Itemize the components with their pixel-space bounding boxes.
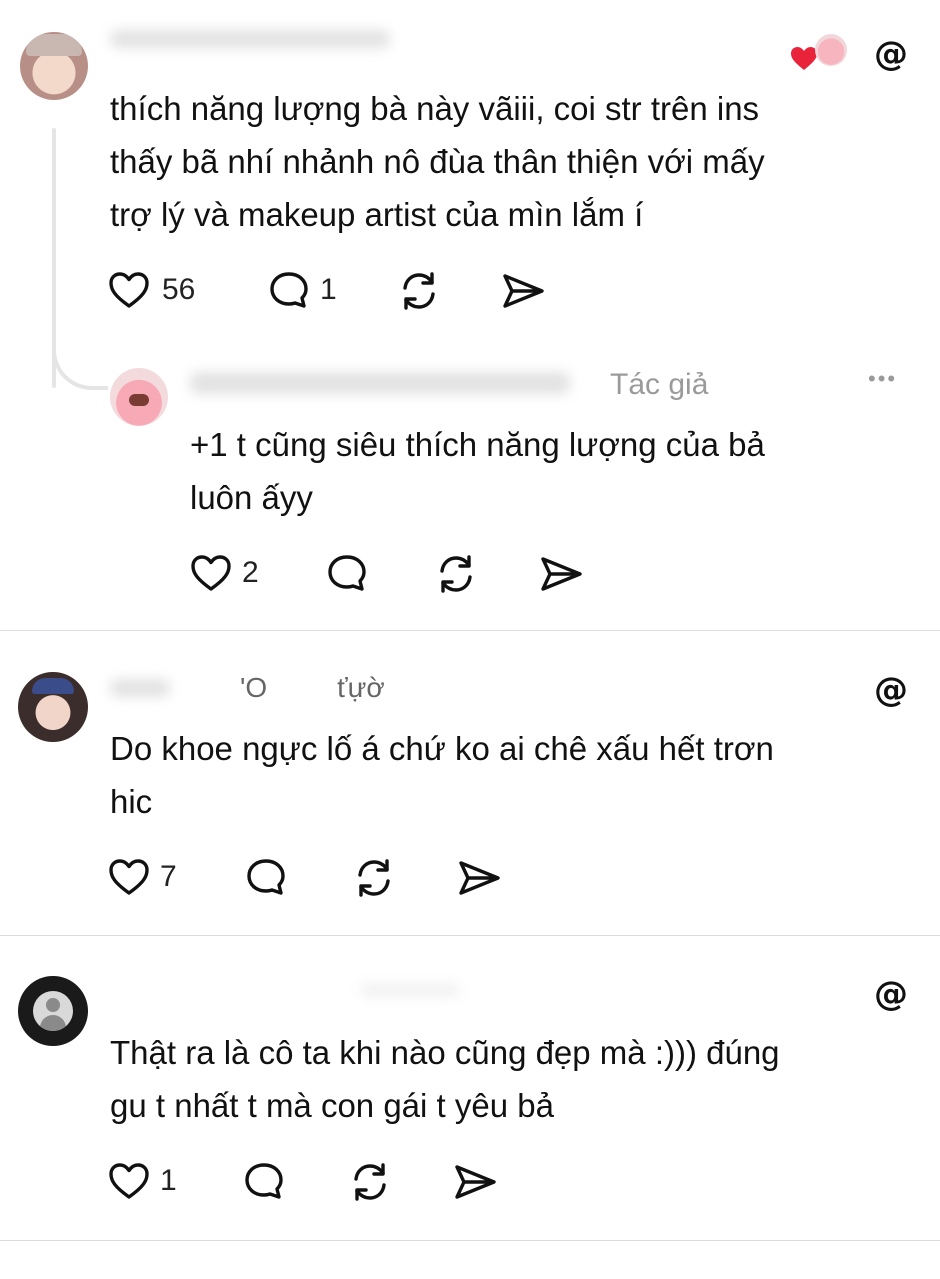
like-count: 1 bbox=[160, 1164, 177, 1197]
divider bbox=[0, 935, 940, 936]
comment-icon bbox=[243, 1161, 285, 1201]
repost-icon bbox=[397, 270, 441, 312]
avatar[interactable] bbox=[20, 32, 88, 100]
send-icon bbox=[456, 859, 502, 897]
reply-count: 1 bbox=[320, 273, 337, 306]
share-button[interactable] bbox=[538, 555, 584, 593]
like-button[interactable]: 7 bbox=[108, 858, 177, 896]
repost-icon bbox=[434, 553, 478, 595]
share-button[interactable] bbox=[452, 1163, 498, 1201]
reply-button[interactable] bbox=[245, 857, 287, 897]
like-button[interactable]: 56 bbox=[108, 271, 195, 309]
username-redacted[interactable] bbox=[360, 984, 460, 996]
username-fragment: 'O bbox=[240, 672, 268, 703]
reply-button[interactable] bbox=[326, 553, 368, 593]
threads-logo-icon[interactable]: @ bbox=[872, 974, 910, 1012]
share-button[interactable] bbox=[500, 272, 546, 310]
reply-button[interactable] bbox=[243, 1161, 285, 1201]
share-button[interactable] bbox=[456, 859, 502, 897]
repost-icon bbox=[348, 1161, 392, 1203]
author-badge: Tác giả bbox=[610, 368, 709, 401]
repost-button[interactable] bbox=[348, 1161, 392, 1203]
threads-logo-icon[interactable]: @ bbox=[872, 670, 910, 708]
avatar[interactable] bbox=[18, 672, 88, 742]
repost-button[interactable] bbox=[352, 857, 396, 899]
like-count: 7 bbox=[160, 860, 177, 893]
like-count: 2 bbox=[242, 556, 259, 589]
like-button[interactable]: 1 bbox=[108, 1162, 177, 1200]
reply-button[interactable]: 1 bbox=[268, 270, 337, 310]
divider bbox=[0, 1240, 940, 1241]
repost-icon bbox=[352, 857, 396, 899]
reaction-avatar bbox=[815, 34, 847, 66]
like-count: 56 bbox=[162, 273, 196, 306]
username-fragment: ťựờ bbox=[337, 672, 385, 703]
svg-text:@: @ bbox=[874, 974, 908, 1012]
username[interactable]: 'O ťựờ bbox=[110, 672, 385, 704]
comment-icon bbox=[326, 553, 368, 593]
default-avatar-icon[interactable] bbox=[18, 976, 88, 1046]
send-icon bbox=[500, 272, 546, 310]
threads-logo-icon[interactable]: @ bbox=[872, 34, 910, 72]
post-text: Do khoe ngực lố á chứ ko ai chê xấu hết … bbox=[110, 730, 774, 820]
thread-line-curve bbox=[52, 330, 108, 390]
post-text: thích năng lượng bà này vãiii, coi str t… bbox=[110, 90, 765, 233]
repost-button[interactable] bbox=[397, 270, 441, 312]
heart-icon bbox=[108, 1162, 150, 1200]
svg-text:@: @ bbox=[874, 34, 908, 72]
more-options-icon[interactable]: ••• bbox=[868, 366, 897, 392]
send-icon bbox=[538, 555, 584, 593]
heart-icon bbox=[108, 271, 150, 309]
username-redacted[interactable] bbox=[190, 372, 570, 394]
heart-icon bbox=[190, 554, 232, 592]
avatar[interactable] bbox=[110, 368, 168, 426]
post-text: Thật ra là cô ta khi nào cũng đẹp mà :))… bbox=[110, 1034, 780, 1124]
heart-icon bbox=[108, 858, 150, 896]
comment-icon bbox=[268, 270, 310, 310]
comment-icon bbox=[245, 857, 287, 897]
send-icon bbox=[452, 1163, 498, 1201]
svg-text:@: @ bbox=[874, 670, 908, 708]
reply-text: +1 t cũng siêu thích năng lượng của bả l… bbox=[190, 426, 765, 516]
divider bbox=[0, 630, 940, 631]
username-redacted[interactable] bbox=[110, 30, 390, 48]
like-button[interactable]: 2 bbox=[190, 554, 259, 592]
repost-button[interactable] bbox=[434, 553, 478, 595]
heart-reaction-icon bbox=[790, 46, 818, 72]
